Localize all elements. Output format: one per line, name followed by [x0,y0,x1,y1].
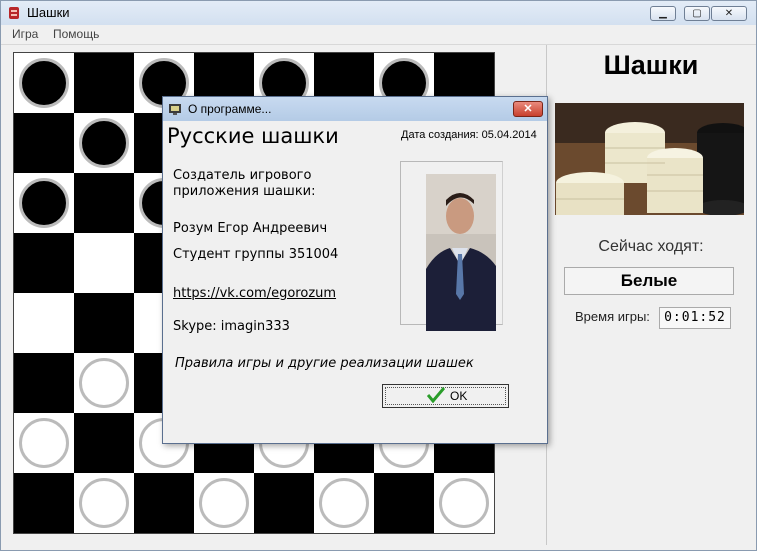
checkmark-icon [427,387,445,403]
author-name: Розум Егор Андреевич [173,221,328,236]
game-time-value: 0:01:52 [659,307,731,329]
board-square[interactable] [74,413,134,473]
white-checker-piece[interactable] [19,418,69,468]
dialog-heading: Русские шашки [167,124,339,148]
board-square[interactable] [14,293,74,353]
maximize-button[interactable]: ▢ [684,6,710,21]
ok-button[interactable]: OK [382,384,509,408]
black-checker-piece[interactable] [79,118,129,168]
board-square[interactable] [254,473,314,533]
white-checker-piece[interactable] [319,478,369,528]
current-turn-value: Белые [564,267,734,295]
student-group: Студент группы 351004 [173,247,339,262]
dialog-title-bar[interactable]: О программе... ✕ [163,97,547,121]
white-checker-piece[interactable] [79,478,129,528]
about-dialog: О программе... ✕ Русские шашки Дата созд… [162,96,548,444]
board-square[interactable] [74,353,134,413]
close-icon: ✕ [523,103,533,115]
board-square[interactable] [194,473,254,533]
board-square[interactable] [14,413,74,473]
title-bar[interactable]: Шашки ▁ ▢ ✕ [1,1,756,25]
skype-id: Skype: imagin333 [173,319,290,334]
black-checker-piece[interactable] [19,58,69,108]
app-icon [9,7,19,19]
board-square[interactable] [74,53,134,113]
side-panel: Шашки Сейчас ходят: Белые Время игры: 0:… [546,45,755,545]
author-photo [426,174,496,331]
black-checker-piece[interactable] [19,178,69,228]
vk-link[interactable]: https://vk.com/egorozum [173,286,336,301]
menu-game[interactable]: Игра [12,27,38,41]
creation-date: Дата создания: 05.04.2014 [401,129,537,141]
menu-bar: Игра Помощь [1,25,756,45]
game-time-label: Время игры: [575,309,650,324]
board-square[interactable] [74,113,134,173]
turn-label: Сейчас ходят: [598,238,704,255]
dialog-title: О программе... [188,102,272,116]
minimize-button[interactable]: ▁ [650,6,676,21]
minimize-icon: ▁ [659,8,667,19]
author-photo-frame [400,161,503,331]
board-square[interactable] [74,233,134,293]
dialog-close-button[interactable]: ✕ [513,101,543,117]
white-checker-piece[interactable] [199,478,249,528]
board-square[interactable] [134,473,194,533]
board-square[interactable] [374,473,434,533]
creator-label-line1: Создатель игрового [173,168,312,183]
game-title: Шашки [603,50,699,80]
white-checker-piece[interactable] [439,478,489,528]
rules-link[interactable]: Правила игры и другие реализации шашек [175,356,474,371]
board-square[interactable] [74,173,134,233]
white-checker-piece[interactable] [79,358,129,408]
window-title: Шашки [27,5,70,20]
board-square[interactable] [14,113,74,173]
board-square[interactable] [14,353,74,413]
board-square[interactable] [314,473,374,533]
close-icon: ✕ [724,8,734,19]
board-square[interactable] [14,473,74,533]
board-square[interactable] [434,473,494,533]
board-square[interactable] [14,233,74,293]
close-button[interactable]: ✕ [711,6,747,21]
maximize-icon: ▢ [692,8,702,19]
ok-button-label: OK [450,389,468,403]
board-square[interactable] [14,173,74,233]
dialog-icon [169,104,181,115]
menu-help[interactable]: Помощь [53,27,99,41]
board-square[interactable] [74,293,134,353]
checkers-pieces-photo [555,103,744,215]
board-square[interactable] [74,473,134,533]
creator-label-line2: приложения шашки: [173,184,316,199]
board-square[interactable] [14,53,74,113]
